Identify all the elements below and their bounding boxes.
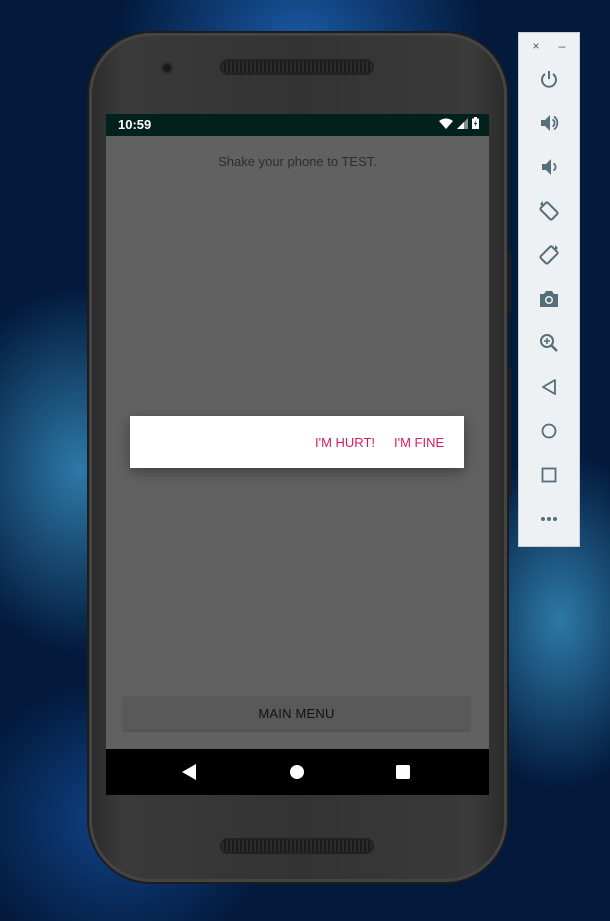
nav-back-icon[interactable] <box>181 764 197 780</box>
earpiece-speaker <box>220 59 374 75</box>
camera-icon[interactable] <box>537 287 561 311</box>
volume-side-button <box>507 368 511 498</box>
rotate-left-icon[interactable] <box>537 199 561 223</box>
im-hurt-button[interactable]: I'M HURT! <box>315 416 375 468</box>
device-screen: 10:59 Shake your phone to TEST. MAIN MEN… <box>106 114 489 795</box>
status-bar: 10:59 <box>106 114 489 136</box>
power-side-button <box>507 253 511 313</box>
main-menu-button[interactable]: MAIN MENU <box>123 696 470 730</box>
battery-icon <box>472 117 479 129</box>
more-icon[interactable] <box>537 507 561 531</box>
bottom-speaker <box>220 838 374 854</box>
close-icon[interactable]: × <box>529 39 543 53</box>
front-camera <box>161 62 173 74</box>
volume-up-icon[interactable] <box>537 111 561 135</box>
nav-home-icon[interactable] <box>289 764 305 780</box>
overview-icon[interactable] <box>537 463 561 487</box>
navigation-bar <box>106 749 489 795</box>
nav-recents-icon[interactable] <box>395 764 411 780</box>
volume-down-icon[interactable] <box>537 155 561 179</box>
home-icon[interactable] <box>537 419 561 443</box>
rotate-right-icon[interactable] <box>537 243 561 267</box>
instruction-text: Shake your phone to TEST. <box>218 154 377 169</box>
signal-icon <box>457 117 468 129</box>
app-content: Shake your phone to TEST. MAIN MENU I'M … <box>106 136 489 749</box>
wifi-icon <box>439 118 453 129</box>
zoom-icon[interactable] <box>537 331 561 355</box>
emulator-phone-frame: 10:59 Shake your phone to TEST. MAIN MEN… <box>89 33 511 882</box>
power-icon[interactable] <box>537 67 561 91</box>
emulator-toolbar: × – <box>519 33 579 546</box>
im-fine-button[interactable]: I'M FINE <box>394 416 444 468</box>
status-icons <box>439 117 479 129</box>
alert-dialog: I'M HURT! I'M FINE <box>130 416 464 468</box>
toolbar-window-controls: × – <box>519 39 579 53</box>
back-icon[interactable] <box>537 375 561 399</box>
status-time: 10:59 <box>118 117 152 132</box>
minimize-icon[interactable]: – <box>555 39 569 53</box>
